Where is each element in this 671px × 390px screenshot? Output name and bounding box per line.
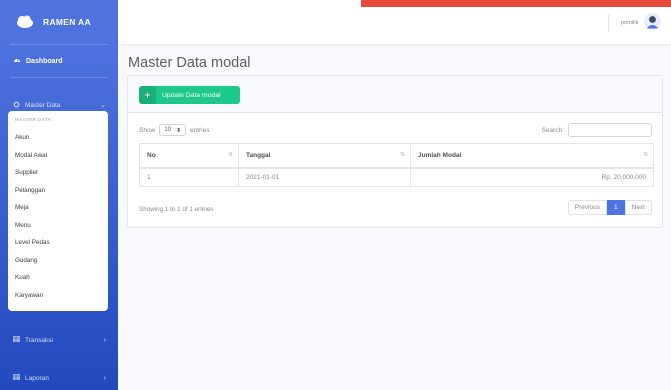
page-1-button[interactable]: 1	[607, 200, 625, 215]
sidebar-item-label: Master Data	[25, 101, 61, 109]
user-name[interactable]: pemilik	[621, 20, 638, 26]
submenu-item-akun[interactable]: Akun	[8, 129, 108, 147]
cloud-icon	[16, 13, 34, 31]
table-info: Showing 1 to 1 of 1 entries	[139, 206, 214, 213]
topbar-divider	[608, 14, 609, 32]
entries-label: entries	[189, 126, 210, 134]
data-card: + Update Data modal Show 10 ⬍ entries Se…	[127, 75, 663, 228]
cell-tanggal: 2021-01-01	[238, 167, 411, 187]
table-icon	[13, 336, 20, 344]
brand[interactable]: RAMEN AA	[0, 0, 118, 44]
submenu-item-karyawan[interactable]: Karyawan	[8, 287, 108, 305]
chevron-right-icon: ›	[103, 374, 106, 382]
top-accent-bar	[361, 0, 671, 7]
column-header-no[interactable]: No ⇅	[139, 143, 239, 169]
show-label: Show	[139, 126, 156, 134]
sort-icon: ⇅	[228, 152, 233, 158]
cell-no: 1	[139, 167, 239, 187]
tachometer-icon	[13, 56, 21, 66]
sidebar-item-transaksi[interactable]: Transaksi ›	[0, 328, 118, 352]
search-control: Search:	[542, 123, 652, 137]
sort-icon: ⇅	[400, 152, 405, 158]
modal-table: No ⇅ Tanggal ⇅ Jumlah Modal ⇅ 1 2021-01-…	[139, 143, 654, 187]
table-header-row: No ⇅ Tanggal ⇅ Jumlah Modal ⇅	[139, 143, 654, 169]
sidebar-item-label: Laporan	[25, 374, 49, 382]
master-data-submenu: MASTER DATA: Akun Modal Awal Supplier Pe…	[8, 111, 108, 311]
chevron-down-icon: ⌄	[100, 102, 106, 109]
gear-icon	[13, 101, 20, 110]
column-header-jumlah-modal[interactable]: Jumlah Modal ⇅	[410, 143, 654, 169]
brand-name: RAMEN AA	[43, 17, 91, 27]
update-data-modal-button[interactable]: + Update Data modal	[139, 86, 240, 104]
submenu-header: MASTER DATA:	[15, 117, 53, 122]
submenu-item-supplier[interactable]: Supplier	[8, 164, 108, 182]
submenu-item-pelanggan[interactable]: Pelanggan	[8, 182, 108, 200]
entries-length-control: Show 10 ⬍ entries	[139, 124, 210, 136]
card-header: + Update Data modal	[128, 76, 662, 113]
submenu-item-level-pedas[interactable]: Level Pedas	[8, 234, 108, 252]
sidebar-item-dashboard[interactable]: Dashboard	[0, 45, 118, 77]
chevron-right-icon: ›	[103, 336, 106, 344]
pagination: Previous 1 Next	[567, 200, 652, 215]
cell-jumlah-modal: Rp. 20.000.000	[410, 167, 654, 187]
search-input[interactable]	[568, 123, 652, 137]
table-row: 1 2021-01-01 Rp. 20.000.000	[139, 167, 654, 187]
submenu-item-menu[interactable]: Menu	[8, 217, 108, 235]
sidebar: RAMEN AA Dashboard Master Data ⌄ MASTER …	[0, 0, 118, 390]
topbar: pemilik	[118, 0, 671, 44]
avatar[interactable]	[644, 13, 661, 30]
next-button[interactable]: Next	[624, 200, 652, 215]
table-icon	[13, 374, 20, 382]
submenu-item-modal-awal[interactable]: Modal Awal	[8, 147, 108, 165]
entries-select[interactable]: 10 ⬍	[159, 124, 186, 136]
submenu-item-meja[interactable]: Meja	[8, 199, 108, 217]
plus-icon: +	[139, 86, 156, 104]
page-title: Master Data modal	[128, 55, 251, 71]
select-arrows-icon: ⬍	[175, 127, 181, 134]
sidebar-item-label: Dashboard	[26, 57, 63, 65]
previous-button[interactable]: Previous	[567, 200, 607, 215]
column-header-tanggal[interactable]: Tanggal ⇅	[238, 143, 411, 169]
sidebar-item-label: Transaksi	[25, 336, 53, 344]
sidebar-divider	[10, 77, 108, 78]
entries-value: 10	[164, 127, 171, 133]
sort-icon: ⇅	[643, 152, 648, 158]
search-label: Search:	[541, 126, 564, 134]
submenu-item-gudang[interactable]: Gudang	[8, 252, 108, 270]
sidebar-item-laporan[interactable]: Laporan ›	[0, 366, 118, 390]
button-label: Update Data modal	[162, 91, 221, 99]
submenu-item-kuah[interactable]: Kuah	[8, 269, 108, 287]
